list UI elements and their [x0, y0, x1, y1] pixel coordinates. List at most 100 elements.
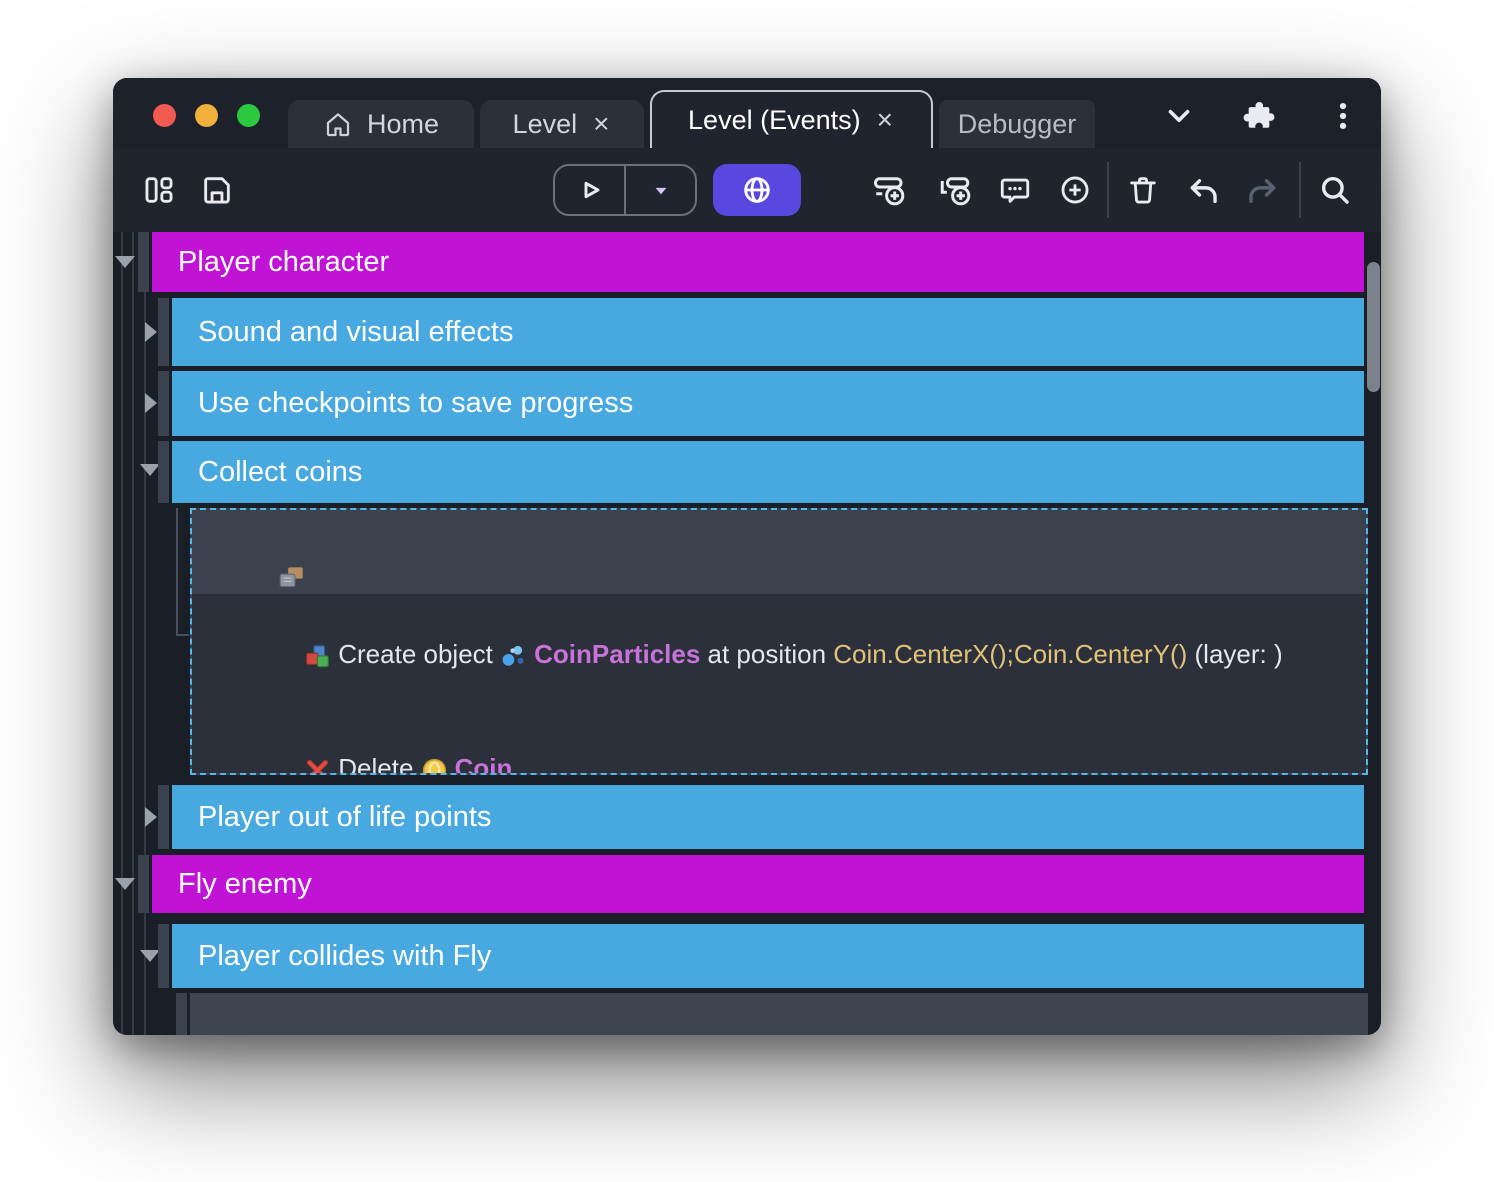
panels-layout-icon — [142, 173, 176, 207]
tab-label: Level (Events) — [688, 105, 861, 136]
event-drag-handle[interactable] — [158, 924, 169, 988]
particle-object-icon — [500, 643, 527, 670]
collapse-arrow[interactable] — [115, 256, 135, 268]
play-icon — [574, 174, 606, 206]
action-row-delete[interactable]: Delete Coin — [232, 711, 1366, 775]
action-object: CoinParticles — [534, 639, 700, 669]
app-window: Home Level × Level (Events) × Debugger — [113, 78, 1381, 1035]
save-button[interactable] — [199, 172, 235, 208]
tab-label: Home — [367, 109, 439, 140]
collapse-arrow[interactable] — [140, 950, 160, 962]
preview-options-dropdown[interactable] — [626, 166, 695, 214]
action-text: (layer: ) — [1187, 639, 1282, 669]
event-drag-handle[interactable] — [158, 441, 169, 503]
event-drag-handle[interactable] — [158, 371, 169, 436]
tab-level-events[interactable]: Level (Events) × — [650, 90, 933, 148]
action-text: Create object — [338, 639, 500, 669]
close-tab-icon[interactable]: × — [591, 110, 611, 138]
event-group-player-collides-fly[interactable]: Player collides with Fly — [172, 924, 1364, 988]
action-text: at position — [700, 639, 833, 669]
actions-area: Create object CoinParticles at position … — [192, 594, 1366, 773]
minimize-window-button[interactable] — [195, 104, 218, 127]
play-preview-button[interactable] — [555, 166, 624, 214]
event-drag-handle[interactable] — [158, 298, 169, 366]
add-event-button[interactable] — [871, 172, 907, 208]
event-drag-handle[interactable] — [138, 855, 149, 913]
close-tab-icon[interactable]: × — [875, 106, 895, 134]
indent-guide — [121, 232, 123, 1035]
zoom-window-button[interactable] — [237, 104, 260, 127]
kebab-menu-icon[interactable] — [1325, 98, 1361, 134]
home-icon — [323, 109, 353, 139]
events-sheet: Player character Sound and visual effect… — [113, 232, 1381, 1035]
add-comment-button[interactable] — [997, 172, 1033, 208]
tab-debugger[interactable]: Debugger — [939, 100, 1095, 148]
delete-cross-icon — [304, 757, 331, 775]
action-object: Coin — [455, 753, 513, 775]
group-label: Player character — [178, 246, 389, 279]
indent-guide — [176, 634, 189, 636]
add-subevent-icon — [937, 172, 973, 208]
group-label: Fly enemy — [178, 868, 312, 901]
preview-split-button — [553, 164, 697, 216]
title-bar: Home Level × Level (Events) × Debugger — [113, 78, 1381, 148]
collapse-arrow[interactable] — [115, 878, 135, 890]
event-group-player-character[interactable]: Player character — [152, 232, 1364, 292]
action-row-create-object[interactable]: Create object CoinParticles at position … — [232, 597, 1366, 711]
close-window-button[interactable] — [153, 104, 176, 127]
event-group-fly-enemy[interactable]: Fly enemy — [152, 855, 1364, 913]
redo-button[interactable] — [1245, 172, 1281, 208]
search-icon — [1318, 173, 1352, 207]
event-group-collect-coins[interactable]: Collect coins — [172, 441, 1364, 503]
toolbar — [113, 148, 1381, 232]
event-group-out-of-life[interactable]: Player out of life points — [172, 785, 1364, 849]
scrollbar-thumb[interactable] — [1367, 262, 1380, 392]
indent-guide — [132, 232, 134, 1035]
expand-arrow[interactable] — [145, 322, 157, 342]
event-drag-handle[interactable] — [176, 993, 187, 1035]
action-expression: Coin.CenterX();Coin.CenterY() — [833, 639, 1187, 669]
event-drag-handle[interactable] — [138, 232, 149, 292]
search-button[interactable] — [1317, 172, 1353, 208]
event-drag-handle[interactable] — [158, 785, 169, 849]
event-group-sound-effects[interactable]: Sound and visual effects — [172, 298, 1364, 366]
dropdown-caret-icon — [648, 177, 674, 203]
undo-button[interactable] — [1185, 172, 1221, 208]
tab-level[interactable]: Level × — [480, 100, 644, 148]
delete-button[interactable] — [1125, 172, 1161, 208]
add-subevent-button[interactable] — [937, 172, 973, 208]
expand-arrow[interactable] — [145, 393, 157, 413]
collapse-arrow[interactable] — [140, 464, 160, 476]
selected-event[interactable]: Player is in collision with Coin Add con… — [190, 508, 1368, 775]
comment-icon — [998, 173, 1032, 207]
sub-event-fly-dead[interactable]: GFly is dead — [190, 993, 1368, 1035]
event-group-checkpoints[interactable]: Use checkpoints to save progress — [172, 371, 1364, 436]
group-label: Player out of life points — [198, 801, 491, 834]
action-text: Delete — [338, 753, 420, 775]
globe-icon — [740, 173, 774, 207]
tab-home[interactable]: Home — [288, 100, 474, 148]
expand-arrow[interactable] — [145, 807, 157, 827]
group-label: Collect coins — [198, 456, 362, 489]
indent-guide — [176, 508, 178, 636]
collision-icon — [278, 564, 305, 591]
panels-layout-button[interactable] — [141, 172, 177, 208]
create-object-icon — [304, 643, 331, 670]
toolbar-divider — [1107, 162, 1109, 218]
group-label: Player collides with Fly — [198, 940, 491, 973]
redo-icon — [1246, 173, 1280, 207]
extensions-puzzle-icon[interactable] — [1241, 98, 1277, 134]
tab-label: Level — [513, 109, 578, 140]
coin-object-icon — [421, 757, 448, 775]
tab-label: Debugger — [958, 109, 1077, 140]
add-circle-button[interactable] — [1057, 172, 1093, 208]
toolbar-divider — [1299, 162, 1301, 218]
undo-icon — [1186, 173, 1220, 207]
chevron-down-icon[interactable] — [1161, 98, 1197, 134]
add-circle-icon — [1058, 173, 1092, 207]
add-event-icon — [871, 172, 907, 208]
save-icon — [200, 173, 234, 207]
group-label: Sound and visual effects — [198, 316, 513, 349]
trash-icon — [1126, 173, 1160, 207]
network-preview-button[interactable] — [713, 164, 801, 216]
